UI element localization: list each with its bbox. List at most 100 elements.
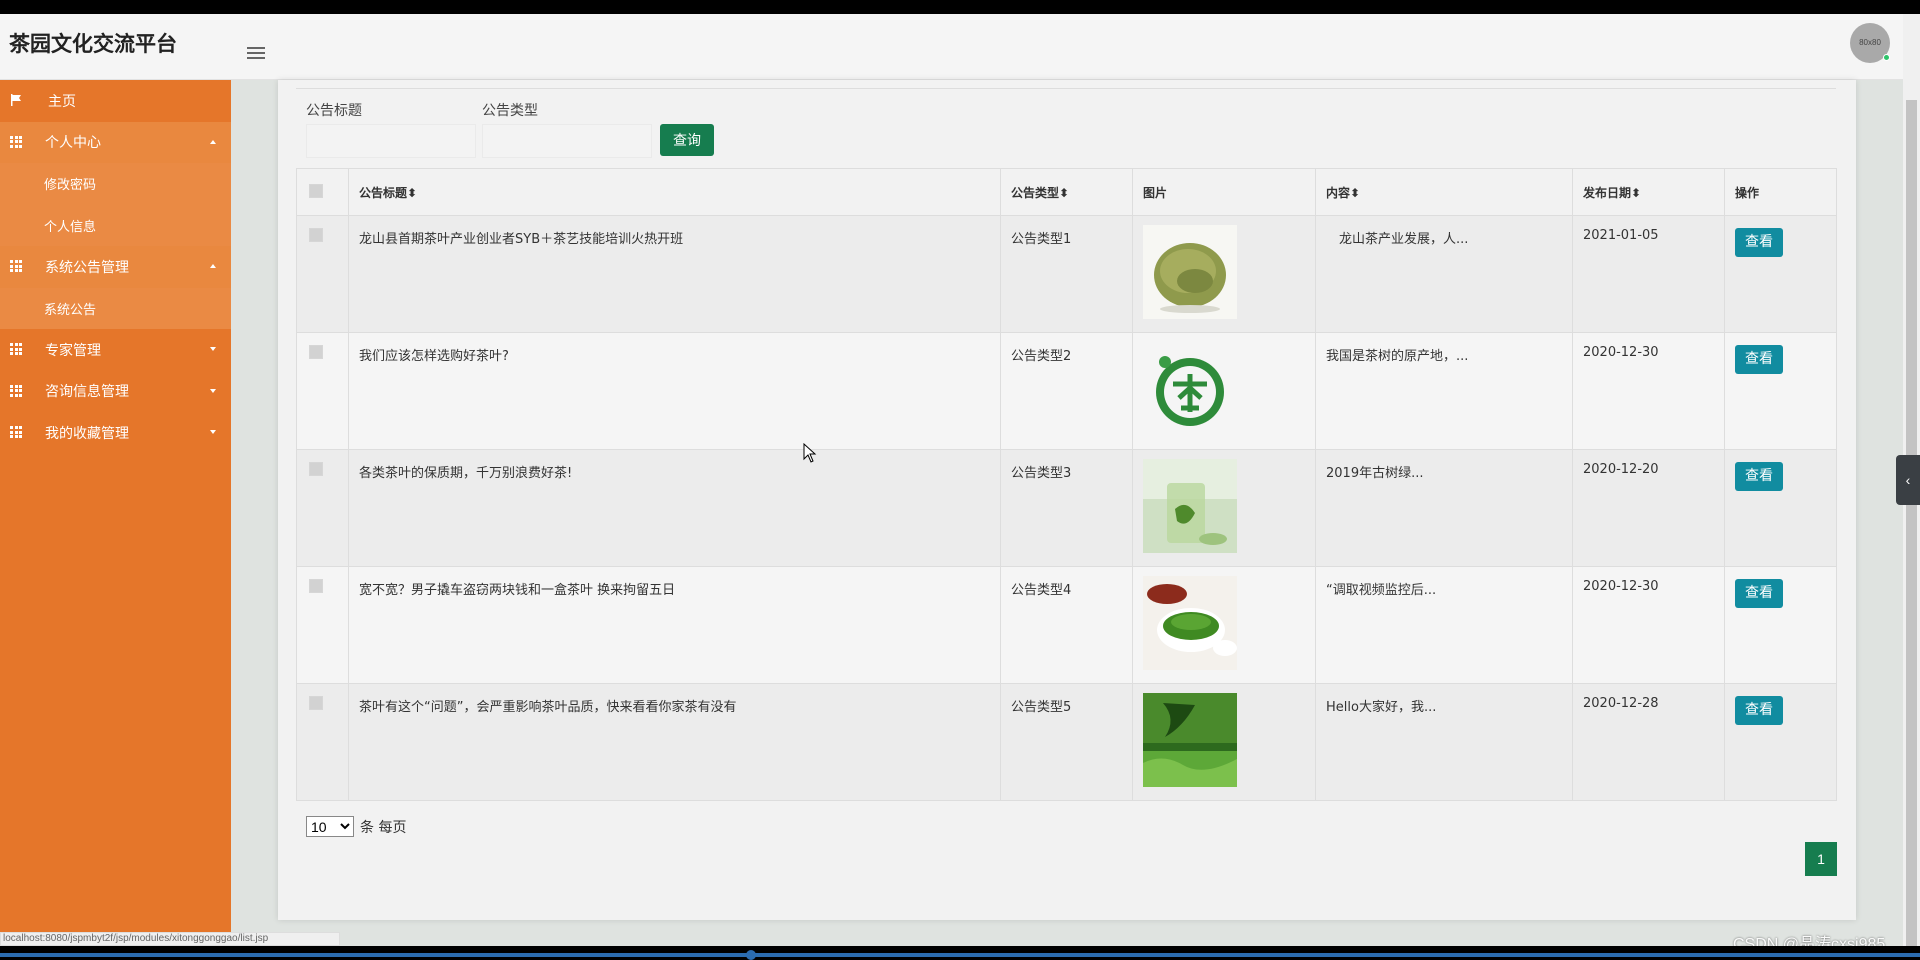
title-filter-input[interactable]: [306, 124, 476, 158]
cell-image: [1132, 566, 1316, 684]
page-size-suffix: 条 每页: [360, 819, 407, 836]
search-button[interactable]: 查询: [660, 124, 714, 156]
sidebar-item-label: 我的收藏管理: [45, 425, 129, 442]
sidebar-item-consultation-management[interactable]: 咨询信息管理: [0, 371, 231, 413]
row-checkbox[interactable]: [309, 228, 323, 242]
scrollbar-thumb[interactable]: [1906, 100, 1917, 946]
row-select-cell: [296, 566, 349, 684]
cell-action: 查看: [1724, 215, 1837, 333]
row-checkbox[interactable]: [309, 696, 323, 710]
avatar[interactable]: 80x80: [1850, 23, 1890, 63]
column-header-type[interactable]: 公告类型⬍: [1000, 168, 1133, 216]
column-header-content[interactable]: 内容⬍: [1315, 168, 1573, 216]
progress-line: [0, 953, 1920, 957]
title-filter-label: 公告标题: [306, 103, 362, 119]
cell-content: Hello大家好，我...: [1315, 683, 1573, 801]
chevron-down-icon: [210, 347, 216, 351]
cell-image: [1132, 215, 1316, 333]
table-row: 宽不宽？男子撬车盗窃两块钱和一盒茶叶 换来拘留五日 公告类型4 “调取视频监控后…: [296, 566, 1837, 684]
row-select-cell: [296, 332, 349, 450]
cell-type: 公告类型4: [1000, 566, 1133, 684]
view-button[interactable]: 查看: [1735, 462, 1783, 491]
cell-type: 公告类型5: [1000, 683, 1133, 801]
cell-title: 我们应该怎样选购好茶叶?: [348, 332, 1001, 450]
mouse-cursor-icon: [803, 443, 817, 463]
column-header-action: 操作: [1724, 168, 1837, 216]
cell-content: 我国是茶树的原产地，...: [1315, 332, 1573, 450]
sort-icon: ⬍: [1350, 185, 1361, 200]
table-row: 龙山县首期茶叶产业创业者SYB＋茶艺技能培训火热开班 公告类型1 龙山茶产业发展…: [296, 215, 1837, 333]
flag-icon: [11, 94, 21, 106]
sidebar-item-label: 系统公告管理: [45, 259, 129, 276]
view-button[interactable]: 查看: [1735, 696, 1783, 725]
sidebar-item-favorites-management[interactable]: 我的收藏管理: [0, 412, 231, 454]
announcement-table: 公告标题⬍ 公告类型⬍ 图片 内容⬍ 发布日期⬍ 操作 龙山县首期茶叶产业创业者…: [296, 168, 1837, 801]
sort-icon: ⬍: [1059, 185, 1070, 200]
row-checkbox[interactable]: [309, 462, 323, 476]
cell-type: 公告类型2: [1000, 332, 1133, 450]
tea-field-poster-image: [1143, 693, 1237, 787]
sidebar-item-personal-center[interactable]: 个人中心: [0, 121, 231, 163]
cell-title: 龙山县首期茶叶产业创业者SYB＋茶艺技能培训火热开班: [348, 215, 1001, 333]
cell-date: 2020-12-30: [1572, 566, 1725, 684]
sidebar-subitem-personal-info[interactable]: 个人信息: [0, 204, 231, 246]
cell-title: 各类茶叶的保质期，千万别浪费好茶!: [348, 449, 1001, 567]
sidebar-item-expert-management[interactable]: 专家管理: [0, 329, 231, 371]
cell-content: 2019年古树绿...: [1315, 449, 1573, 567]
column-header-label: 公告标题: [359, 185, 408, 200]
table-header-row: 公告标题⬍ 公告类型⬍ 图片 内容⬍ 发布日期⬍ 操作: [296, 168, 1837, 216]
view-button[interactable]: 查看: [1735, 228, 1783, 257]
page-size-control: 10 条 每页: [306, 816, 406, 837]
row-select-cell: [296, 215, 349, 333]
grid-icon: [10, 135, 22, 148]
page-number-button[interactable]: 1: [1805, 842, 1837, 876]
chevron-down-icon: [210, 430, 216, 434]
sidebar-item-label: 咨询信息管理: [45, 384, 129, 401]
row-checkbox[interactable]: [309, 579, 323, 593]
select-all-checkbox[interactable]: [309, 183, 323, 198]
sidebar-subitem-change-password[interactable]: 修改密码: [0, 163, 231, 205]
cell-date: 2020-12-28: [1572, 683, 1725, 801]
column-header-title[interactable]: 公告标题⬍: [348, 168, 1001, 216]
tea-character-logo-image: [1143, 342, 1237, 436]
cell-title: 茶叶有这个“问题”，会严重影响茶叶品质，快来看看你家茶有没有: [348, 683, 1001, 801]
cell-content: 龙山茶产业发展，人...: [1315, 215, 1573, 333]
top-header: 茶园文化交流平台 80x80: [0, 14, 1903, 80]
sidebar-item-home[interactable]: 主页: [0, 80, 231, 122]
column-header-label: 发布日期: [1583, 185, 1632, 200]
page-size-select[interactable]: 10: [306, 816, 354, 837]
table-row: 各类茶叶的保质期，千万别浪费好茶! 公告类型3 2019年古树绿... 2020…: [296, 449, 1837, 567]
sidebar-item-announcement-management[interactable]: 系统公告管理: [0, 246, 231, 288]
sort-icon: ⬍: [407, 185, 418, 200]
type-filter-input[interactable]: [482, 124, 652, 158]
chevron-down-icon: [210, 388, 216, 393]
grid-icon: [10, 343, 22, 355]
column-header-image: 图片: [1132, 168, 1316, 216]
column-header-date[interactable]: 发布日期⬍: [1572, 168, 1725, 216]
cell-image: [1132, 449, 1316, 567]
cell-action: 查看: [1724, 566, 1837, 684]
dried-tea-leaves-image: [1143, 225, 1237, 319]
avatar-placeholder-text: 80x80: [1859, 38, 1881, 47]
view-button[interactable]: 查看: [1735, 579, 1783, 608]
cell-type: 公告类型3: [1000, 449, 1133, 567]
menu-toggle-icon[interactable]: [247, 47, 265, 61]
online-status-icon: [1883, 54, 1890, 61]
progress-dot-icon: [746, 950, 756, 960]
cell-content: “调取视频监控后...: [1315, 566, 1573, 684]
sidebar-item-label: 专家管理: [45, 342, 101, 359]
row-select-cell: [296, 449, 349, 567]
row-checkbox[interactable]: [309, 345, 323, 359]
column-header-label: 内容: [1326, 185, 1351, 200]
table-row: 我们应该怎样选购好茶叶? 公告类型2 我国是茶树的原产地，... 2020-12…: [296, 332, 1837, 450]
app-title: 茶园文化交流平台: [9, 32, 177, 56]
cell-date: 2020-12-30: [1572, 332, 1725, 450]
view-button[interactable]: 查看: [1735, 345, 1783, 374]
select-all-cell: [296, 168, 349, 216]
sort-icon: ⬍: [1631, 185, 1642, 200]
chevron-left-icon[interactable]: ‹: [1896, 455, 1920, 505]
grid-icon: [10, 260, 22, 272]
green-tea-glass-image: [1143, 459, 1237, 553]
sidebar-subitem-system-announcement[interactable]: 系统公告: [0, 287, 231, 329]
row-select-cell: [296, 683, 349, 801]
